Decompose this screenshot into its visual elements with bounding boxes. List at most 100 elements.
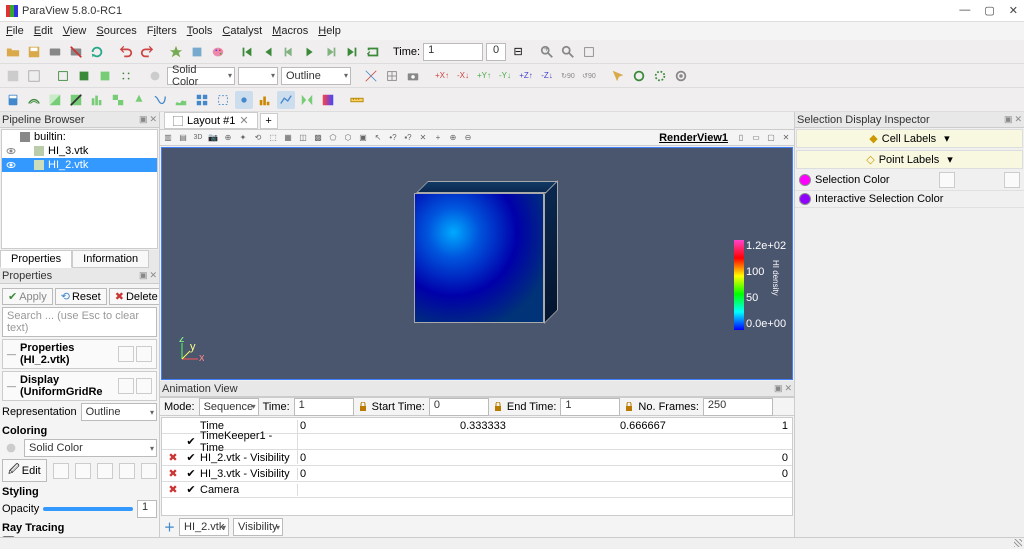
ruler-icon[interactable] (348, 91, 366, 109)
reflect-icon[interactable] (298, 91, 316, 109)
coloring-combo[interactable]: Solid Color (167, 67, 235, 85)
cell-labels-expand[interactable]: ◆Cell Labels▾ (796, 129, 1023, 148)
gear-icon[interactable] (939, 172, 955, 188)
tree-root[interactable]: builtin: (2, 130, 157, 144)
display-section[interactable]: —Display (UniformGridRe (2, 371, 157, 401)
adjust-camera-icon[interactable]: + (432, 132, 444, 144)
plus-z-icon[interactable]: +Z↑ (517, 67, 535, 85)
rescale-visible-icon[interactable] (97, 463, 113, 479)
sel-frustum-points-icon[interactable]: ◫ (297, 132, 309, 144)
sel-poly-cells-icon[interactable]: ⬡ (342, 132, 354, 144)
representation-select[interactable]: Outline (81, 403, 157, 421)
tab-information[interactable]: Information (72, 250, 149, 268)
search-input[interactable]: Search ... (use Esc to clear text) (2, 307, 157, 337)
add-track-button[interactable]: ＋ (164, 519, 175, 535)
hide-icon[interactable] (25, 67, 43, 85)
shrink-sel-icon[interactable]: ⊖ (462, 132, 474, 144)
interactive-selection-color-swatch[interactable] (799, 193, 811, 205)
tree-item-hi3[interactable]: HI_3.vtk (2, 144, 157, 158)
rescale-custom-icon[interactable] (75, 463, 91, 479)
glyph-icon[interactable] (130, 91, 148, 109)
loop-icon[interactable] (364, 43, 382, 61)
lock-icon[interactable] (493, 402, 503, 412)
reset-button[interactable]: ⟲Reset (55, 288, 107, 305)
last-frame-icon[interactable] (343, 43, 361, 61)
reset-camera-icon[interactable] (404, 67, 422, 85)
plot-icon[interactable] (277, 91, 295, 109)
extract-icon[interactable] (109, 91, 127, 109)
probe-icon[interactable] (235, 91, 253, 109)
undo-icon[interactable] (117, 43, 135, 61)
clear-sel-icon[interactable]: ✕ (417, 132, 429, 144)
time-step-icon[interactable]: ⊟ (509, 43, 527, 61)
close-view-icon[interactable]: ✕ (780, 132, 792, 144)
maximize-button[interactable]: ▢ (984, 4, 994, 17)
rot90-ccw-icon[interactable]: ↺90 (580, 67, 598, 85)
undock-icon[interactable]: ▣ (139, 114, 148, 125)
separate-colormap-icon[interactable] (141, 463, 157, 479)
menu-catalyst[interactable]: Catalyst (222, 25, 262, 37)
slice-icon[interactable] (67, 91, 85, 109)
coloring-select[interactable]: Solid Color (24, 439, 157, 457)
mode-select[interactable]: Sequence (199, 398, 259, 416)
minimize-button[interactable]: — (959, 4, 970, 17)
copy-icon[interactable] (118, 378, 134, 394)
menu-file[interactable]: File (6, 25, 24, 37)
zoom-out-icon[interactable] (559, 43, 577, 61)
cube-wire-icon[interactable] (54, 67, 72, 85)
camera-icon[interactable]: 📷 (207, 132, 219, 144)
undock-icon[interactable]: ▣ (1004, 114, 1013, 125)
track-timekeeper[interactable]: ✔ TimeKeeper1 - Time (162, 434, 792, 450)
undock-icon[interactable]: ▣ (774, 383, 783, 394)
time-value-input[interactable]: 1 (423, 43, 483, 61)
open-icon[interactable] (4, 43, 22, 61)
reset-color-icon[interactable] (1004, 172, 1020, 188)
track-camera[interactable]: ✖✔ Camera (162, 482, 792, 498)
select-frustum-icon[interactable] (672, 67, 690, 85)
opacity-value[interactable]: 1 (137, 500, 157, 518)
play-back-icon[interactable] (280, 43, 298, 61)
lock-icon[interactable] (358, 402, 368, 412)
lock-icon[interactable] (624, 402, 634, 412)
close-button[interactable]: ✕ (1009, 4, 1018, 17)
track-hi3-visibility[interactable]: ✖✔ HI_3.vtk - Visibility00 (162, 466, 792, 482)
hover-cells-icon[interactable]: ▪? (402, 132, 414, 144)
minus-y-icon[interactable]: -Y↓ (496, 67, 514, 85)
histogram-icon[interactable] (256, 91, 274, 109)
close-panel-icon[interactable]: ✕ (784, 383, 792, 394)
properties-section[interactable]: —Properties (HI_2.vtk) (2, 339, 157, 369)
pick-center-icon[interactable]: ⊕ (222, 132, 234, 144)
rot90-cw-icon[interactable]: ↻90 (559, 67, 577, 85)
undock-icon[interactable]: ▣ (139, 270, 148, 281)
disconnect-icon[interactable] (67, 43, 85, 61)
edit-colormap-button[interactable]: 🖉Edit (2, 459, 47, 482)
gradient-icon[interactable] (319, 91, 337, 109)
maximize-view-icon[interactable]: ▢ (765, 132, 777, 144)
interactive-sel-icon[interactable]: ↖ (372, 132, 384, 144)
scalar-bar-icon[interactable] (119, 463, 135, 479)
delete-button[interactable]: ✖Delete (109, 288, 159, 305)
anim-time-input[interactable]: 1 (294, 398, 354, 416)
reset-section-icon[interactable] (136, 378, 152, 394)
next-frame-icon[interactable] (322, 43, 340, 61)
pick-icon[interactable] (167, 43, 185, 61)
menu-help[interactable]: Help (318, 25, 341, 37)
3d-icon[interactable]: 3D (192, 132, 204, 144)
color-legend[interactable]: 1.2e+02 100 50 0.0e+00 HI density (734, 240, 772, 330)
select-points-icon[interactable] (609, 67, 627, 85)
add-source-select[interactable]: HI_2.vtk (179, 518, 229, 536)
axis-grid-icon[interactable] (383, 67, 401, 85)
cube-surf-icon[interactable] (96, 67, 114, 85)
tab-properties[interactable]: Properties (0, 250, 72, 268)
sel-surface-points-icon[interactable]: ⬚ (267, 132, 279, 144)
prev-frame-icon[interactable] (259, 43, 277, 61)
connect-icon[interactable] (46, 43, 64, 61)
add-property-select[interactable]: Visibility (233, 518, 283, 536)
sel-block-icon[interactable]: ▣ (357, 132, 369, 144)
grow-sel-icon[interactable]: ⊕ (447, 132, 459, 144)
menu-filters[interactable]: Filters (147, 25, 177, 37)
close-panel-icon[interactable]: ✕ (1014, 114, 1022, 125)
select-cells-icon[interactable] (630, 67, 648, 85)
sel-poly-points-icon[interactable]: ⬠ (327, 132, 339, 144)
reload-icon[interactable] (88, 43, 106, 61)
